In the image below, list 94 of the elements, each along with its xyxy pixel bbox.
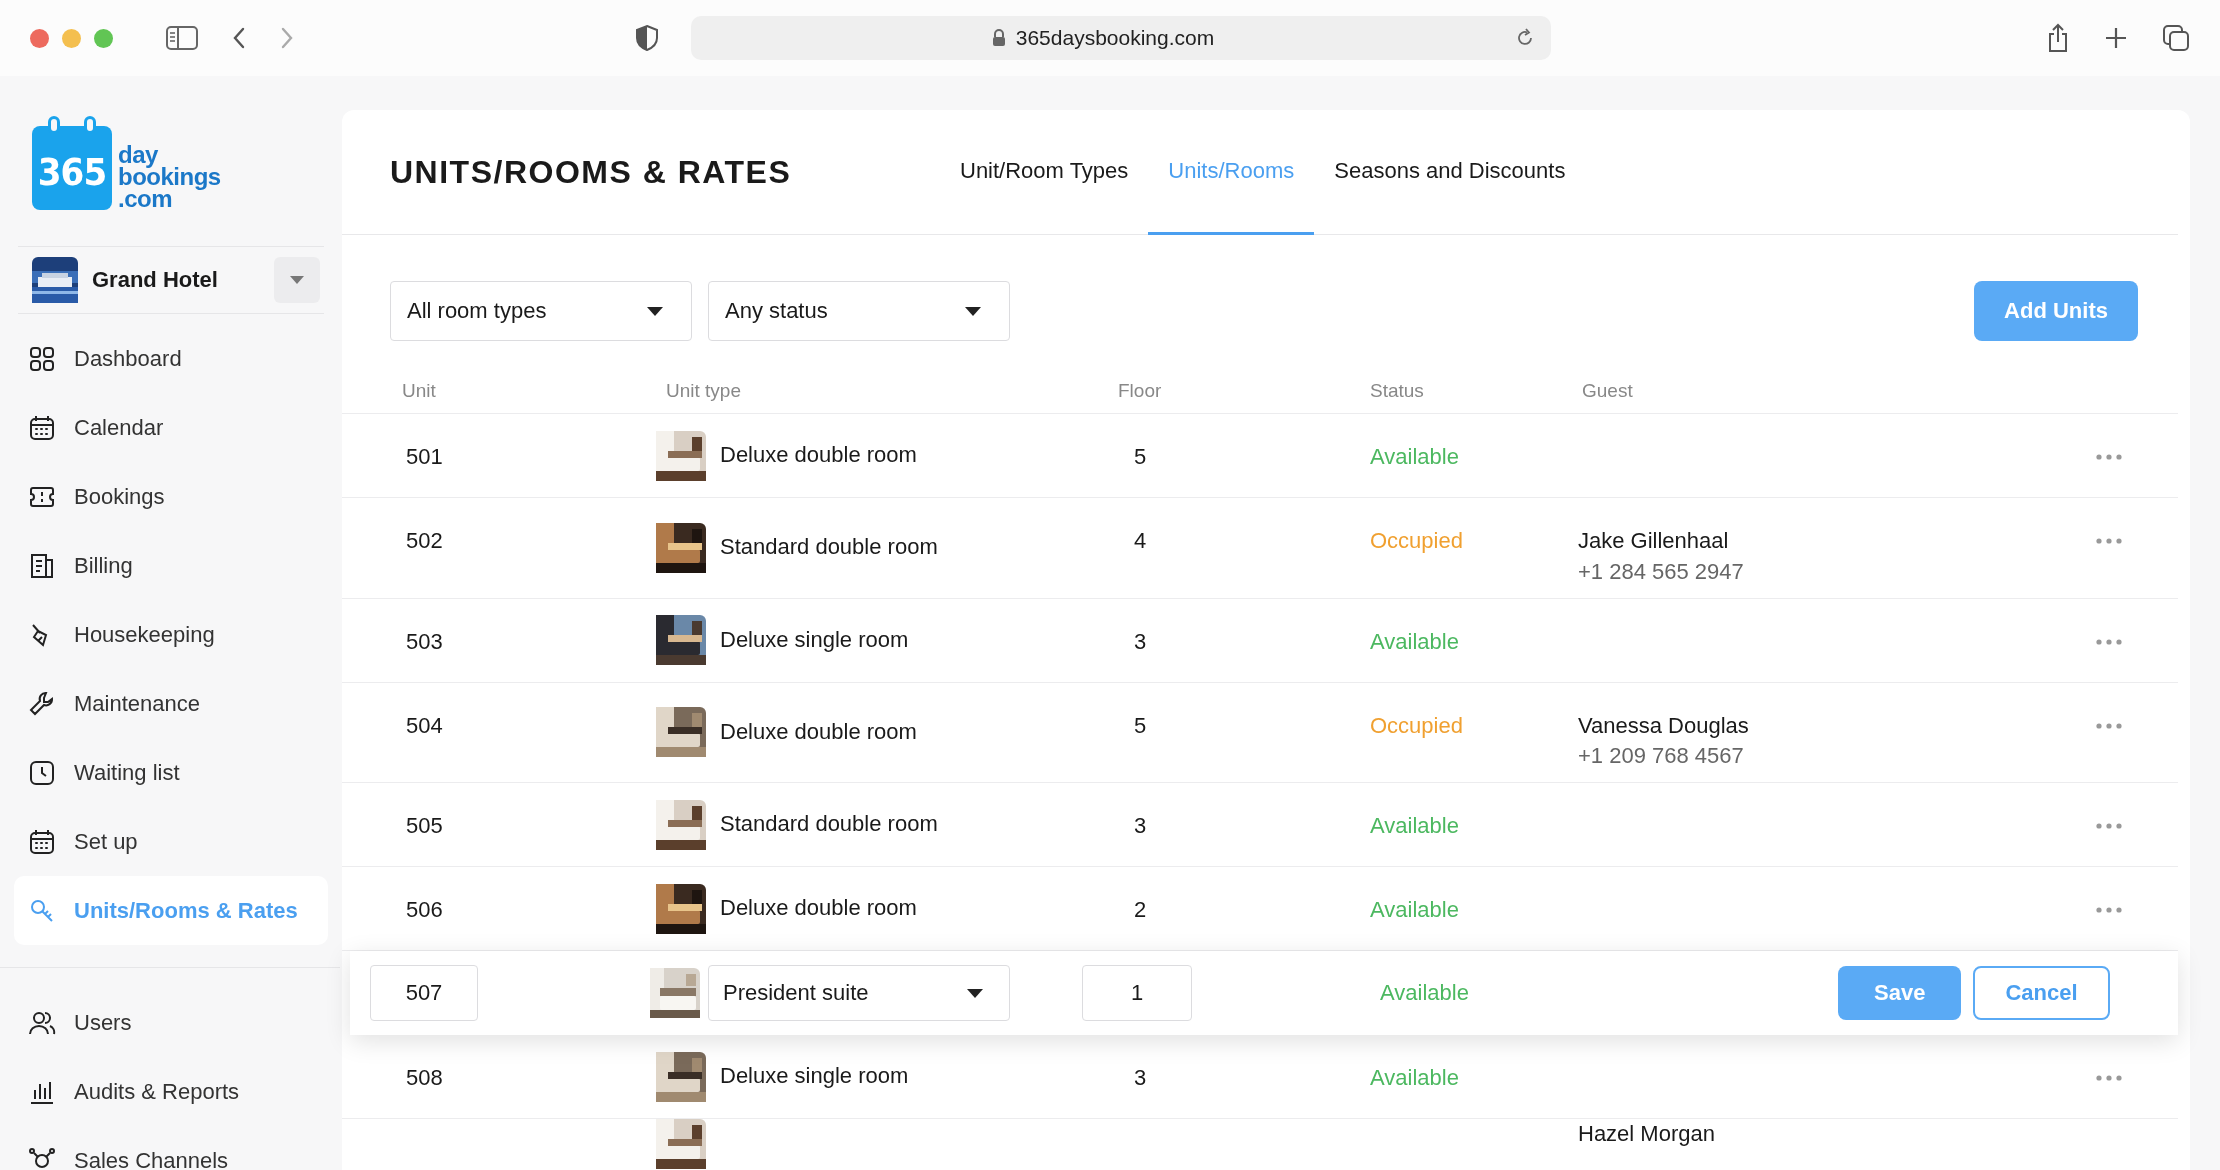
- floor-input[interactable]: 1: [1082, 965, 1192, 1022]
- floor-number: 5: [1134, 444, 1147, 469]
- logo-text: .com: [118, 188, 172, 210]
- guest-phone: +1 284 565 2947: [1578, 557, 1745, 586]
- floor-number: 2: [1134, 897, 1147, 923]
- calendar-icon: [28, 827, 56, 856]
- column-header: Unit: [401, 380, 437, 402]
- unit-number: 501: [406, 444, 443, 469]
- floor-number: 5: [1134, 712, 1147, 738]
- status-label: Occupied: [1370, 712, 1463, 738]
- wrench-icon: [28, 689, 56, 718]
- lock-icon: [991, 29, 1006, 47]
- forward-icon[interactable]: [279, 26, 295, 50]
- sidebar-item[interactable]: Housekeeping: [14, 600, 328, 669]
- address-bar[interactable]: 365daysbooking.com: [691, 16, 1551, 60]
- caret-icon: [290, 276, 304, 284]
- back-icon[interactable]: [231, 26, 247, 50]
- column-header: Guest: [1581, 380, 1634, 402]
- sidebar-item[interactable]: Calendar: [14, 393, 328, 462]
- caret-icon: [965, 306, 981, 316]
- dashboard-icon: [28, 344, 56, 373]
- unit-type: Deluxe double room: [720, 441, 917, 470]
- floor-number: 3: [1134, 628, 1147, 654]
- unit-number: 503: [406, 628, 443, 654]
- calendar-icon: [28, 413, 56, 442]
- filter-dropdown[interactable]: Any status: [708, 281, 1010, 341]
- sidebar-item[interactable]: Billing: [14, 531, 328, 600]
- clock-icon: [28, 758, 56, 787]
- sidebar-item[interactable]: Users: [14, 988, 328, 1057]
- sidebar-toggle-icon[interactable]: [165, 25, 199, 51]
- filter-dropdown[interactable]: All room types: [390, 281, 692, 341]
- close-window-button[interactable]: [30, 28, 49, 48]
- unit-number: 505: [406, 813, 443, 839]
- unit-type: Standard double room: [720, 810, 938, 839]
- tab[interactable]: Unit/Room Types: [940, 110, 1149, 235]
- reload-icon[interactable]: [1515, 28, 1535, 48]
- sidebar-item[interactable]: Bookings: [14, 462, 328, 531]
- tab[interactable]: Seasons and Discounts: [1314, 110, 1586, 235]
- floor-number: 3: [1134, 1065, 1147, 1091]
- more-options-icon[interactable]: [2096, 538, 2122, 544]
- unit-type: Deluxe double room: [720, 718, 917, 746]
- share-icon[interactable]: [2046, 23, 2070, 53]
- unit-type-dropdown[interactable]: President suite: [708, 965, 1010, 1022]
- page-title: UNITS/ROOMS & RATES: [389, 153, 793, 191]
- guest-name: Hazel Morgan: [1578, 1120, 1716, 1149]
- floor-number: 3: [1134, 813, 1147, 839]
- sidebar-item[interactable]: Maintenance: [14, 669, 328, 738]
- unit-number: 504: [406, 712, 443, 738]
- unit-type: Deluxe double room: [720, 894, 917, 923]
- new-tab-icon[interactable]: [2104, 26, 2128, 50]
- column-header: Unit type: [665, 380, 742, 402]
- sidebar-item[interactable]: Sales Channels: [14, 1126, 328, 1170]
- unit-type: Standard double room: [720, 533, 938, 562]
- logo-text: day: [118, 144, 158, 166]
- status-label: Available: [1370, 444, 1459, 469]
- column-header: Status: [1370, 380, 1425, 402]
- status-label: Available: [1380, 979, 1469, 1005]
- property-dropdown[interactable]: [274, 257, 320, 303]
- unit-input[interactable]: 507: [370, 965, 478, 1022]
- status-label: Available: [1370, 897, 1459, 923]
- sidebar-item[interactable]: Waiting list: [14, 738, 328, 807]
- unit-type: Deluxe single room: [720, 625, 909, 654]
- status-label: Available: [1370, 1065, 1459, 1091]
- floor-number: 4: [1134, 528, 1147, 553]
- property-name: Grand Hotel: [92, 267, 219, 293]
- more-options-icon[interactable]: [2096, 1075, 2122, 1082]
- more-options-icon[interactable]: [2096, 722, 2122, 729]
- shield-icon[interactable]: [635, 24, 659, 52]
- caret-icon: [967, 988, 983, 998]
- more-options-icon[interactable]: [2096, 454, 2122, 460]
- guest-name: Vanessa Douglas: [1578, 711, 1750, 740]
- column-header: Floor: [1117, 380, 1163, 402]
- document-icon: [28, 551, 56, 580]
- more-options-icon[interactable]: [2096, 638, 2122, 645]
- status-label: Occupied: [1370, 528, 1463, 553]
- unit-number: 508: [406, 1065, 443, 1091]
- unit-number: 506: [406, 897, 443, 923]
- more-options-icon[interactable]: [2096, 907, 2122, 914]
- status-label: Available: [1370, 813, 1459, 839]
- minimize-window-button[interactable]: [62, 28, 81, 48]
- zoom-window-button[interactable]: [94, 28, 113, 48]
- status-label: Available: [1370, 628, 1459, 654]
- sidebar-item[interactable]: Audits & Reports: [14, 1057, 328, 1126]
- network-icon: [28, 1146, 56, 1170]
- more-options-icon[interactable]: [2096, 823, 2122, 830]
- tabs-overview-icon[interactable]: [2162, 24, 2190, 52]
- caret-icon: [647, 306, 663, 316]
- unit-type: Deluxe single room: [720, 1062, 909, 1091]
- logo-text: bookings: [118, 166, 221, 188]
- guest-name: Jake Gillenhaal: [1578, 527, 1730, 555]
- guest-phone: +1 209 768 4567: [1578, 742, 1745, 771]
- unit-number: 502: [406, 528, 443, 553]
- sidebar-item[interactable]: Dashboard: [14, 324, 328, 393]
- sidebar-item[interactable]: Set up: [14, 807, 328, 876]
